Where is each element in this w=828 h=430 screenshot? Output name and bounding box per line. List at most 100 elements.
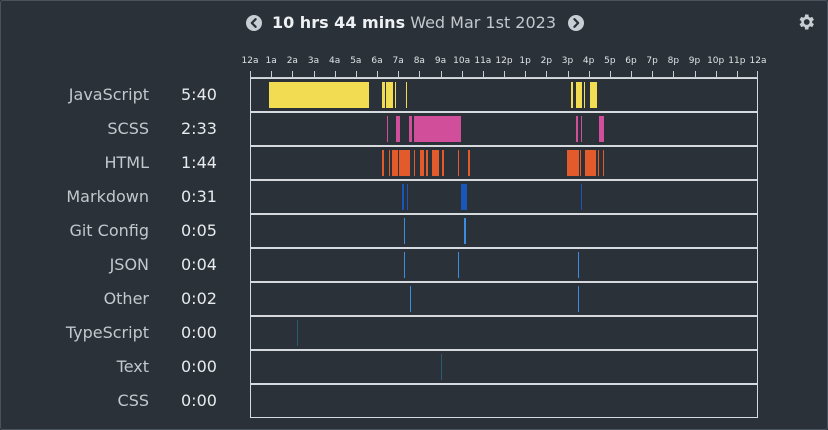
activity-segment[interactable] <box>414 116 461 142</box>
language-total-time: 5:40 <box>181 85 217 104</box>
hour-label: 8a <box>413 56 425 66</box>
hour-tick <box>757 71 758 77</box>
hour-label: 9p <box>688 56 701 66</box>
hour-label: 12p <box>495 56 513 66</box>
activity-segment[interactable] <box>386 116 389 142</box>
hour-tick <box>504 71 505 77</box>
language-timeline[interactable] <box>250 78 758 112</box>
activity-segment[interactable] <box>381 150 385 176</box>
activity-segment[interactable] <box>580 184 583 210</box>
language-name: HTML <box>104 153 149 172</box>
hour-label: 9a <box>434 56 447 66</box>
activity-segment[interactable] <box>575 82 582 108</box>
settings-button[interactable] <box>796 12 816 32</box>
activity-segment[interactable] <box>297 320 299 346</box>
activity-segment[interactable] <box>409 116 413 142</box>
hour-tick <box>377 71 378 77</box>
language-name: Other <box>103 289 149 308</box>
language-timeline[interactable] <box>250 146 758 180</box>
language-row: Git Config 0:05 <box>0 214 828 248</box>
activity-segment[interactable] <box>268 82 369 108</box>
hour-label: 10a <box>453 56 471 66</box>
total-duration: 10 hrs 44 mins <box>271 13 406 32</box>
activity-segment[interactable] <box>460 184 468 210</box>
language-timeline[interactable] <box>250 282 758 316</box>
language-total-time: 0:04 <box>181 255 217 274</box>
hour-tick <box>440 71 442 77</box>
activity-segment[interactable] <box>603 150 605 176</box>
hour-label: 7p <box>646 56 658 66</box>
activity-segment[interactable] <box>392 150 398 176</box>
activity-segment[interactable] <box>577 252 580 278</box>
hour-tick <box>398 71 400 77</box>
activity-segment[interactable] <box>389 150 391 176</box>
activity-segment[interactable] <box>578 286 580 312</box>
summary-header: 10 hrs 44 mins Wed Mar 1st 2023 <box>0 11 828 35</box>
language-row: HTML 1:44 <box>0 146 828 180</box>
activity-segment[interactable] <box>584 82 586 108</box>
activity-segment[interactable] <box>405 82 407 108</box>
hour-label: 11a <box>474 56 492 66</box>
hour-tick <box>334 71 336 77</box>
activity-segment[interactable] <box>394 82 397 108</box>
activity-segment[interactable] <box>598 116 604 142</box>
activity-segment[interactable] <box>403 218 405 244</box>
activity-segment[interactable] <box>468 150 471 176</box>
activity-segment[interactable] <box>571 82 573 108</box>
activity-segment[interactable] <box>579 150 581 176</box>
language-total-time: 0:00 <box>181 357 217 376</box>
hour-tick <box>546 71 548 77</box>
language-row: JavaScript 5:40 <box>0 78 828 112</box>
language-timeline[interactable] <box>250 214 758 248</box>
activity-segment[interactable] <box>385 82 394 108</box>
language-total-time: 0:05 <box>181 221 217 240</box>
current-date: Wed Mar 1st 2023 <box>410 13 557 32</box>
language-timeline[interactable] <box>250 180 758 214</box>
activity-segment[interactable] <box>595 82 598 108</box>
hour-label: 1p <box>519 56 531 66</box>
language-total-time: 0:00 <box>181 323 217 342</box>
language-name: TypeScript <box>65 323 149 342</box>
language-timeline[interactable] <box>250 316 758 350</box>
hour-label: 12a <box>749 56 767 66</box>
activity-segment[interactable] <box>432 150 439 176</box>
hour-label: 12a <box>241 56 259 66</box>
next-day-button[interactable] <box>568 15 584 31</box>
activity-segment[interactable] <box>457 150 459 176</box>
hour-label: 3p <box>561 56 574 66</box>
hour-label: 11p <box>728 56 746 66</box>
activity-segment[interactable] <box>457 252 459 278</box>
activity-segment[interactable] <box>414 150 416 176</box>
language-name: JSON <box>109 255 149 274</box>
activity-segment[interactable] <box>440 354 442 380</box>
activity-segment[interactable] <box>567 150 579 176</box>
hour-tick <box>482 71 484 77</box>
activity-segment[interactable] <box>410 286 412 312</box>
hour-tick <box>355 71 357 77</box>
activity-segment[interactable] <box>441 150 444 176</box>
activity-segment[interactable] <box>425 150 429 176</box>
activity-segment[interactable] <box>401 184 404 210</box>
hour-tick <box>588 71 590 77</box>
activity-segment[interactable] <box>597 150 599 176</box>
hour-axis <box>250 69 758 78</box>
hour-tick <box>736 71 738 77</box>
activity-segment[interactable] <box>575 116 578 142</box>
language-row: Text 0:00 <box>0 350 828 384</box>
activity-segment[interactable] <box>403 252 405 278</box>
activity-segment[interactable] <box>585 150 596 176</box>
language-timeline[interactable] <box>250 248 758 282</box>
activity-segment[interactable] <box>396 116 400 142</box>
language-timeline[interactable] <box>250 350 758 384</box>
activity-segment[interactable] <box>398 150 411 176</box>
activity-segment[interactable] <box>419 150 424 176</box>
activity-segment[interactable] <box>590 82 595 108</box>
activity-segment[interactable] <box>381 82 385 108</box>
activity-segment[interactable] <box>407 184 409 210</box>
language-timeline[interactable] <box>250 112 758 146</box>
language-timeline[interactable] <box>250 384 758 418</box>
activity-segment[interactable] <box>464 218 467 244</box>
activity-segment[interactable] <box>580 116 582 142</box>
hour-label: 4p <box>582 56 595 66</box>
hour-tick <box>292 71 294 77</box>
